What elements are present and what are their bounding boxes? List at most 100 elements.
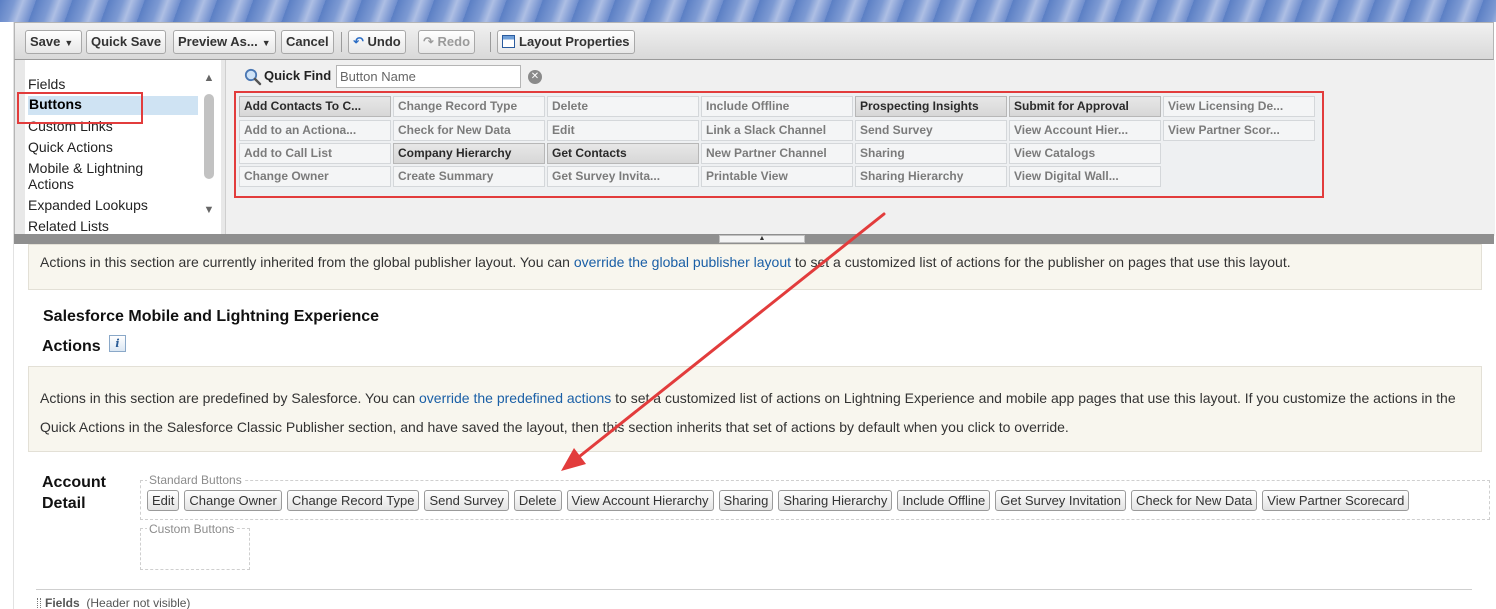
palette-button-change-record-type[interactable]: Change Record Type [393, 96, 545, 117]
section-divider [36, 589, 1472, 590]
palette-button-add-to-call-list[interactable]: Add to Call List [239, 143, 391, 164]
toolbar-separator [341, 32, 342, 52]
search-icon [244, 68, 262, 86]
category-mobile-lightning-line2: Actions [28, 176, 74, 192]
layout-button-sharing-hierarchy[interactable]: Sharing Hierarchy [778, 490, 893, 511]
info-icon[interactable]: i [109, 335, 126, 352]
quick-save-button[interactable]: Quick Save [86, 30, 167, 54]
account-detail-line2: Detail [42, 495, 86, 512]
actions-section-title: Actions [42, 338, 101, 355]
category-quick-actions[interactable]: Quick Actions [28, 139, 198, 155]
layout-button-get-survey-invitation[interactable]: Get Survey Invitation [995, 490, 1126, 511]
fields-section-label: Fields [45, 596, 80, 609]
buttons-highlight-box [17, 92, 143, 124]
preview-as-button[interactable]: Preview As... ▼ [173, 30, 276, 54]
layout-button-view-partner-scorecard[interactable]: View Partner Scorecard [1262, 490, 1410, 511]
palette-button-create-summary[interactable]: Create Summary [393, 166, 545, 187]
chevron-down-icon: ▼ [261, 38, 271, 48]
palette-button-grid: Add Contacts To C... Add to an Actiona..… [234, 91, 1324, 198]
inherited-actions-note: Actions in this section are currently in… [28, 244, 1482, 290]
palette-button-delete[interactable]: Delete [547, 96, 699, 117]
undo-label: Undo [367, 34, 401, 49]
palette-button-view-catalogs[interactable]: View Catalogs [1009, 143, 1161, 164]
toolbar-separator [490, 32, 491, 52]
layout-button-view-account-hierarchy[interactable]: View Account Hierarchy [566, 490, 714, 511]
collapse-handle-icon[interactable]: ▲ [719, 235, 805, 243]
category-related-lists[interactable]: Related Lists [28, 218, 198, 234]
quick-find-label: Quick Find [264, 68, 332, 83]
custom-buttons-title: Custom Buttons [147, 522, 237, 536]
category-mobile-lightning[interactable]: Mobile & Lightning Actions [28, 160, 198, 192]
account-detail-line1: Account [42, 474, 106, 491]
palette-button-view-partner-scorecard[interactable]: View Partner Scor... [1163, 120, 1315, 141]
editor-toolbar: Save ▼ Quick Save Preview As... ▼ Cancel ↶… [14, 22, 1494, 60]
fields-section-header[interactable]: Fields (Header not visible) [37, 596, 190, 609]
palette-button-sharing[interactable]: Sharing [855, 143, 1007, 164]
palette: Fields Buttons Custom Links Quick Action… [14, 60, 1495, 236]
palette-button-edit[interactable]: Edit [547, 120, 699, 141]
palette-button-company-hierarchy[interactable]: Company Hierarchy [393, 143, 545, 164]
layout-button-edit[interactable]: Edit [147, 490, 180, 511]
save-button[interactable]: Save ▼ [25, 30, 82, 54]
palette-button-prospecting-insights[interactable]: Prospecting Insights [855, 96, 1007, 117]
inherited-note-text: Actions in this section are currently in… [40, 254, 574, 270]
layout-button-include-offline[interactable]: Include Offline [897, 490, 991, 511]
palette-button-link-slack-channel[interactable]: Link a Slack Channel [701, 120, 853, 141]
layout-properties-label: Layout Properties [519, 34, 630, 49]
layout-button-check-for-new-data[interactable]: Check for New Data [1130, 490, 1258, 511]
undo-button[interactable]: ↶ Undo [348, 30, 406, 54]
layout-button-send-survey[interactable]: Send Survey [424, 490, 509, 511]
standard-buttons-row: Edit Change Owner Change Record Type Send S… [147, 490, 1414, 514]
palette-button-change-owner[interactable]: Change Owner [239, 166, 391, 187]
palette-items-pane: Quick Find ✕ Add Contacts To C... Add to… [225, 60, 1495, 236]
palette-button-add-to-actionable[interactable]: Add to an Actiona... [239, 120, 391, 141]
layout-button-delete[interactable]: Delete [513, 490, 562, 511]
undo-icon: ↶ [353, 34, 364, 49]
chevron-down-icon[interactable]: ▼ [64, 32, 73, 54]
category-fields[interactable]: Fields [28, 76, 198, 92]
layout-button-sharing[interactable]: Sharing [718, 490, 774, 511]
account-detail-label: Account Detail [42, 472, 106, 514]
palette-button-view-licensing-details[interactable]: View Licensing De... [1163, 96, 1315, 117]
palette-category-list: Fields Buttons Custom Links Quick Action… [17, 60, 221, 236]
predefined-actions-note: Actions in this section are predefined b… [28, 366, 1482, 452]
palette-button-view-digital-wallet[interactable]: View Digital Wall... [1009, 166, 1161, 187]
scroll-down-icon[interactable]: ▼ [201, 204, 217, 216]
scroll-up-icon[interactable]: ▲ [201, 72, 217, 84]
override-global-publisher-link[interactable]: override the global publisher layout [574, 254, 791, 270]
save-label: Save [30, 34, 61, 49]
palette-button-sharing-hierarchy[interactable]: Sharing Hierarchy [855, 166, 1007, 187]
layout-button-change-owner[interactable]: Change Owner [184, 490, 282, 511]
palette-button-check-for-new-data[interactable]: Check for New Data [393, 120, 545, 141]
category-scrollbar[interactable]: ▲ ▼ [201, 72, 217, 226]
palette-button-get-contacts[interactable]: Get Contacts [547, 143, 699, 164]
palette-button-get-survey-invitation[interactable]: Get Survey Invita... [547, 166, 699, 187]
cancel-button[interactable]: Cancel [281, 30, 334, 54]
palette-button-send-survey[interactable]: Send Survey [855, 120, 1007, 141]
layout-properties-button[interactable]: Layout Properties [497, 30, 635, 54]
scroll-thumb[interactable] [204, 94, 214, 179]
palette-button-new-partner-channel[interactable]: New Partner Channel [701, 143, 853, 164]
mobile-section-title: Salesforce Mobile and Lightning Experien… [43, 308, 380, 325]
quick-find-input[interactable] [336, 65, 521, 88]
redo-button[interactable]: ↷ Redo [418, 30, 476, 54]
palette-splitter[interactable]: ▲ [14, 234, 1494, 244]
left-gutter [0, 22, 14, 609]
palette-button-submit-for-approval[interactable]: Submit for Approval [1009, 96, 1161, 117]
fields-section-sublabel: (Header not visible) [86, 596, 191, 609]
override-predefined-actions-link[interactable]: override the predefined actions [419, 390, 611, 406]
redo-icon: ↷ [423, 34, 434, 49]
category-mobile-lightning-line1: Mobile & Lightning [28, 160, 144, 176]
layout-button-change-record-type[interactable]: Change Record Type [286, 490, 420, 511]
palette-button-view-account-hierarchy[interactable]: View Account Hier... [1009, 120, 1161, 141]
redo-label: Redo [437, 34, 471, 49]
palette-button-add-contacts[interactable]: Add Contacts To C... [239, 96, 391, 117]
predefined-note-text: Actions in this section are predefined b… [40, 390, 420, 406]
clear-icon[interactable]: ✕ [528, 70, 542, 84]
category-expanded-lookups[interactable]: Expanded Lookups [28, 197, 198, 213]
drag-handle-icon[interactable] [37, 598, 41, 608]
palette-button-printable-view[interactable]: Printable View [701, 166, 853, 187]
palette-button-include-offline[interactable]: Include Offline [701, 96, 853, 117]
browser-banner [0, 0, 1496, 22]
page-layout-editor: Save ▼ Quick Save Preview As... ▼ Cancel ↶… [14, 22, 1496, 609]
